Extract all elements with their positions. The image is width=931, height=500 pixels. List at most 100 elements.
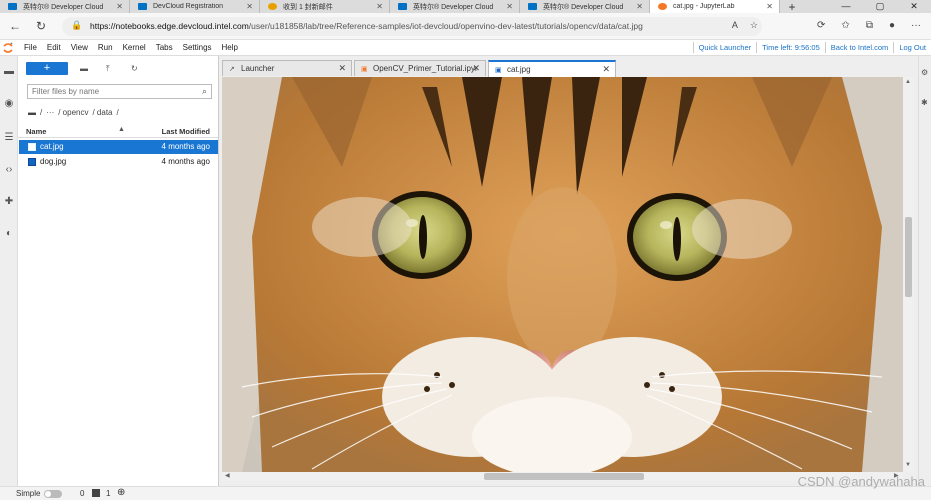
- new-launcher-button[interactable]: +: [26, 62, 68, 75]
- more-menu-icon[interactable]: ···: [911, 20, 921, 31]
- menu-view[interactable]: View: [71, 43, 88, 52]
- log-out-link[interactable]: Log Out: [893, 42, 931, 53]
- close-icon[interactable]: ✕: [246, 2, 253, 11]
- launcher-icon: ↗: [229, 66, 235, 73]
- browser-tab-label: 英特尔® Developer Cloud: [23, 3, 104, 11]
- scroll-thumb[interactable]: [484, 473, 644, 480]
- close-window-icon[interactable]: ✕: [897, 0, 931, 13]
- url-host: https://notebooks.edge.devcloud.intel.co…: [90, 21, 249, 31]
- breadcrumb-opencv[interactable]: / opencv: [58, 108, 88, 117]
- status-bar: Simple 0 1 ⊕: [0, 486, 931, 500]
- jupyter-favicon-icon: [658, 3, 667, 10]
- breadcrumb-ellipsis[interactable]: ···: [46, 108, 54, 117]
- vertical-scrollbar[interactable]: ▲ ▼: [903, 77, 914, 472]
- profile-icon[interactable]: ●: [889, 20, 895, 31]
- image-file-icon: [28, 158, 36, 166]
- intel-favicon-icon: [528, 3, 537, 10]
- menu-kernel[interactable]: Kernel: [123, 43, 146, 52]
- browser-tab[interactable]: DevCloud Registration ✕: [130, 0, 260, 13]
- code-icon[interactable]: ‹›: [3, 164, 15, 176]
- tab-launcher[interactable]: ↗ Launcher ✕: [222, 60, 352, 76]
- file-filter-box: ⌕: [27, 84, 212, 99]
- browser-tab-label: DevCloud Registration: [153, 3, 224, 10]
- scroll-left-icon[interactable]: ◀: [225, 472, 230, 479]
- refresh-icon[interactable]: ↻: [131, 64, 138, 73]
- gear-icon[interactable]: ⚙: [921, 68, 928, 77]
- folder-icon[interactable]: ▬: [3, 66, 15, 78]
- address-bar: ← ↻ 🔒 https://notebooks.edge.devcloud.in…: [0, 13, 931, 40]
- minimize-icon[interactable]: —: [829, 0, 863, 13]
- upload-icon[interactable]: ⤒: [106, 64, 110, 74]
- scroll-thumb[interactable]: [905, 217, 912, 297]
- right-sidebar: ⚙ ✱: [918, 56, 931, 486]
- menu-settings[interactable]: Settings: [183, 43, 212, 52]
- toc-icon[interactable]: ☰: [3, 132, 15, 144]
- sort-asc-icon[interactable]: ▲: [118, 126, 125, 133]
- browser-tab-label: 英特尔® Developer Cloud: [413, 3, 494, 11]
- browser-tab-active[interactable]: cat.jpg - JupyterLab ✕: [650, 0, 780, 13]
- terminal-count: 0: [80, 489, 85, 498]
- column-last-modified[interactable]: Last Modified: [162, 127, 210, 136]
- kernel-status-icon[interactable]: ⊕: [117, 487, 125, 498]
- back-to-intel-link[interactable]: Back to Intel.com: [824, 42, 894, 53]
- browser-tab[interactable]: 英特尔® Developer Cloud ✕: [390, 0, 520, 13]
- extension-puzzle-icon[interactable]: ✚: [3, 196, 15, 208]
- menu-edit[interactable]: Edit: [47, 43, 61, 52]
- running-icon[interactable]: ◉: [3, 98, 15, 110]
- close-icon[interactable]: ✕: [376, 2, 383, 11]
- url-field[interactable]: 🔒 https://notebooks.edge.devcloud.intel.…: [62, 17, 762, 36]
- browser-toolbar: ⟳ ✩ ⧉ ● ···: [817, 20, 921, 31]
- quick-launcher-link[interactable]: Quick Launcher: [692, 42, 757, 53]
- search-icon: ⌕: [201, 86, 207, 96]
- close-icon[interactable]: ✕: [116, 2, 123, 11]
- favorite-star-icon[interactable]: ☆: [750, 20, 758, 31]
- scroll-up-icon[interactable]: ▲: [905, 79, 911, 85]
- debugger-icon[interactable]: ✱: [921, 98, 928, 107]
- collections-icon[interactable]: ⧉: [866, 20, 873, 31]
- file-filter-input[interactable]: [28, 85, 188, 98]
- intel-favicon-icon: [398, 3, 407, 10]
- browser-tab-label: 收到 1 封新邮件: [283, 3, 333, 11]
- read-aloud-icon[interactable]: A: [732, 20, 738, 31]
- file-modified: 4 months ago: [161, 157, 210, 166]
- new-tab-button[interactable]: +: [780, 0, 804, 14]
- menu-run[interactable]: Run: [98, 43, 113, 52]
- close-icon[interactable]: ✕: [506, 2, 513, 11]
- favorites-icon[interactable]: ✩: [841, 20, 849, 31]
- menu-help[interactable]: Help: [222, 43, 238, 52]
- file-browser-panel: + ▬ ⤒ ↻ ⌕ ▬ / ··· / opencv / data / Name…: [18, 56, 219, 486]
- simple-mode-toggle[interactable]: [44, 490, 62, 498]
- close-icon[interactable]: ✕: [602, 64, 610, 75]
- tab-notebook[interactable]: ▣ OpenCV_Primer_Tutorial.ipyr ✕: [354, 60, 486, 76]
- reload-icon[interactable]: ↻: [36, 19, 46, 33]
- breadcrumb-root[interactable]: /: [40, 108, 42, 117]
- back-icon[interactable]: ←: [9, 19, 21, 33]
- browser-tab[interactable]: 英特尔® Developer Cloud ✕: [0, 0, 130, 13]
- close-icon[interactable]: ✕: [766, 2, 773, 11]
- scroll-down-icon[interactable]: ▼: [905, 462, 911, 468]
- browser-tab[interactable]: 收到 1 封新邮件 ✕: [260, 0, 390, 13]
- jupyter-menubar: File Edit View Run Kernel Tabs Settings …: [0, 40, 931, 56]
- notebook-icon: ▣: [361, 66, 368, 73]
- menu-tabs[interactable]: Tabs: [156, 43, 173, 52]
- breadcrumb-data[interactable]: / data: [92, 108, 112, 117]
- image-viewer[interactable]: [222, 77, 903, 472]
- file-modified: 4 months ago: [161, 142, 210, 151]
- tab-cat-image[interactable]: ▣ cat.jpg ✕: [488, 60, 616, 77]
- close-icon[interactable]: ✕: [338, 63, 346, 74]
- breadcrumb: ▬ / ··· / opencv / data /: [28, 108, 119, 117]
- menu-file[interactable]: File: [24, 43, 37, 52]
- file-row-cat[interactable]: cat.jpg 4 months ago: [19, 140, 218, 154]
- maximize-icon[interactable]: ▢: [863, 0, 897, 13]
- close-icon[interactable]: ✕: [472, 63, 480, 74]
- folder-icon[interactable]: ▬: [28, 108, 36, 117]
- browser-tab[interactable]: 英特尔® Developer Cloud ✕: [520, 0, 650, 13]
- new-folder-icon[interactable]: ▬: [80, 64, 88, 73]
- image-file-icon: ▣: [495, 67, 502, 74]
- column-name[interactable]: Name: [26, 127, 46, 136]
- extension-icon[interactable]: ⟳: [817, 20, 825, 31]
- left-activity-bar: ▬ ◉ ☰ ‹› ✚ ◐: [0, 56, 18, 486]
- palette-icon[interactable]: ◐: [3, 228, 15, 240]
- file-row-dog[interactable]: dog.jpg 4 months ago: [19, 155, 218, 169]
- close-icon[interactable]: ✕: [636, 2, 643, 11]
